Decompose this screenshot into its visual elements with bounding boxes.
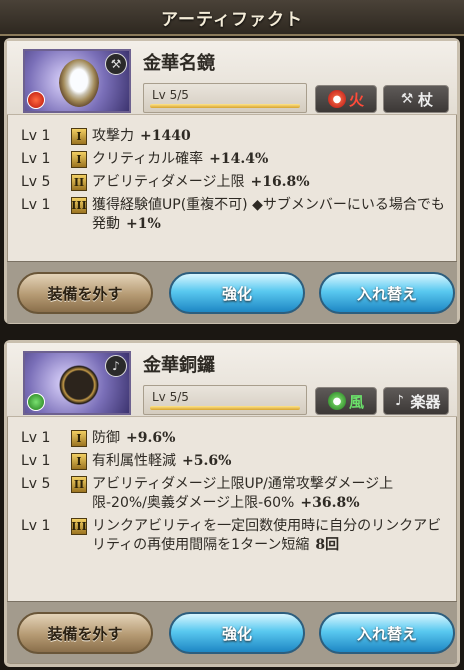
tier-badge: I (71, 453, 87, 470)
level-bar (150, 104, 300, 108)
skill-desc: アビリティダメージ上限 +16.8% (92, 173, 445, 192)
artifact-card: ♪ 金華銅鑼 Lv 5/5 ● 風 ♪ 楽器 Lv 1 I 防御 +9.6% Lv… (4, 340, 460, 667)
skill-value: +1% (126, 216, 161, 232)
weapon-type-tag: ⚒ 杖 (383, 85, 449, 113)
level-bar-fill (150, 406, 300, 410)
skill-value: +14.4% (209, 151, 269, 167)
unequip-button[interactable]: 装備を外す (17, 272, 153, 314)
skill-level: Lv 1 (21, 430, 51, 446)
tier-badge: III (71, 197, 87, 214)
skill-text: リンクアビリティを一定回数使用時に自分のリンクアビリティの再使用間隔を1ターン短… (92, 518, 442, 553)
level-text: Lv 5/5 (152, 88, 189, 102)
artifact-image[interactable]: ⚒ (23, 49, 131, 113)
artifact-header: ♪ 金華銅鑼 Lv 5/5 ● 風 ♪ 楽器 (7, 343, 457, 417)
skill-value: 8回 (315, 537, 340, 553)
button-bar: 装備を外す 強化 入れ替え (7, 261, 457, 323)
artifact-card: ⚒ 金華名鏡 Lv 5/5 ● 火 ⚒ 杖 Lv 1 I 攻撃力 +1440 Lv… (4, 38, 460, 324)
skill-row: Lv 1 III 獲得経験値UP(重複不可) ◆サブメンバーにいる場合でも発動 +… (21, 196, 445, 234)
upgrade-button[interactable]: 強化 (169, 612, 305, 654)
swap-button[interactable]: 入れ替え (319, 272, 455, 314)
skill-level: Lv 1 (21, 453, 51, 469)
fire-icon: ● (327, 90, 346, 108)
skill-level: Lv 1 (21, 128, 51, 144)
skill-row: Lv 1 I 攻撃力 +1440 (21, 127, 445, 146)
tier-badge: II (71, 174, 87, 191)
skill-desc: 獲得経験値UP(重複不可) ◆サブメンバーにいる場合でも発動 +1% (92, 196, 445, 234)
level-text: Lv 5/5 (152, 390, 189, 404)
skill-desc: クリティカル確率 +14.4% (92, 150, 445, 169)
tier-badge: II (71, 476, 87, 493)
level-bar-fill (150, 104, 300, 108)
skill-desc: 攻撃力 +1440 (92, 127, 445, 146)
skill-desc: リンクアビリティを一定回数使用時に自分のリンクアビリティの再使用間隔を1ターン短… (92, 517, 445, 555)
swap-button[interactable]: 入れ替え (319, 612, 455, 654)
skill-text: 防御 (92, 430, 120, 446)
tier-badge: I (71, 151, 87, 168)
skill-row: Lv 5 II アビリティダメージ上限 +16.8% (21, 173, 445, 192)
staff-icon: ⚒ (105, 53, 127, 75)
skill-desc: アビリティダメージ上限UP/通常攻撃ダメージ上限-20%/奥義ダメージ上限-60… (92, 475, 445, 513)
skill-level: Lv 1 (21, 518, 51, 534)
staff-icon: ⚒ (400, 91, 414, 107)
wind-icon: ● (327, 392, 346, 410)
skill-desc: 有利属性軽減 +5.6% (92, 452, 445, 471)
instrument-icon: ♪ (395, 393, 404, 409)
tier-badge: I (71, 430, 87, 447)
unequip-button[interactable]: 装備を外す (17, 612, 153, 654)
artifact-name: 金華銅鑼 (143, 355, 215, 376)
skill-level: Lv 1 (21, 151, 51, 167)
element-tag: ● 火 (315, 85, 377, 113)
skill-value: +1440 (140, 128, 191, 144)
weapon-label: 杖 (417, 90, 433, 109)
element-tag: ● 風 (315, 387, 377, 415)
skill-list: Lv 1 I 防御 +9.6% Lv 1 I 有利属性軽減 +5.6% Lv 5 I… (21, 429, 445, 559)
button-bar: 装備を外す 強化 入れ替え (7, 601, 457, 663)
skill-text: 攻撃力 (92, 128, 134, 144)
weapon-label: 楽器 (410, 392, 441, 411)
skill-level: Lv 5 (21, 174, 51, 190)
artifact-name: 金華名鏡 (143, 53, 215, 74)
skill-text: クリティカル確率 (92, 151, 204, 167)
weapon-type-tag: ♪ 楽器 (383, 387, 449, 415)
skill-text: アビリティダメージ上限 (92, 174, 245, 190)
fire-element-icon (27, 91, 45, 109)
level-box: Lv 5/5 (143, 83, 307, 113)
level-box: Lv 5/5 (143, 385, 307, 415)
skill-row: Lv 1 III リンクアビリティを一定回数使用時に自分のリンクアビリティの再使… (21, 517, 445, 555)
skill-list: Lv 1 I 攻撃力 +1440 Lv 1 I クリティカル確率 +14.4% Lv… (21, 127, 445, 238)
wind-element-icon (27, 393, 45, 411)
element-label: 風 (348, 392, 364, 411)
skill-value: +5.6% (182, 453, 232, 469)
skill-value: +9.6% (126, 430, 176, 446)
skill-row: Lv 5 II アビリティダメージ上限UP/通常攻撃ダメージ上限-20%/奥義ダ… (21, 475, 445, 513)
skill-desc: 防御 +9.6% (92, 429, 445, 448)
artifact-header: ⚒ 金華名鏡 Lv 5/5 ● 火 ⚒ 杖 (7, 41, 457, 115)
skill-level: Lv 5 (21, 476, 51, 492)
skill-row: Lv 1 I 有利属性軽減 +5.6% (21, 452, 445, 471)
mirror-icon (59, 59, 99, 107)
skill-value: +36.8% (300, 495, 360, 511)
upgrade-button[interactable]: 強化 (169, 272, 305, 314)
skill-text: 有利属性軽減 (92, 453, 176, 469)
skill-level: Lv 1 (21, 197, 51, 213)
skill-row: Lv 1 I 防御 +9.6% (21, 429, 445, 448)
title-bar: アーティファクト (0, 0, 464, 36)
instrument-icon: ♪ (105, 355, 127, 377)
tier-badge: III (71, 518, 87, 535)
level-bar (150, 406, 300, 410)
gong-icon (59, 361, 99, 409)
skill-row: Lv 1 I クリティカル確率 +14.4% (21, 150, 445, 169)
skill-value: +16.8% (250, 174, 310, 190)
page-title: アーティファクト (161, 9, 303, 30)
element-label: 火 (348, 90, 364, 109)
artifact-image[interactable]: ♪ (23, 351, 131, 415)
tier-badge: I (71, 128, 87, 145)
